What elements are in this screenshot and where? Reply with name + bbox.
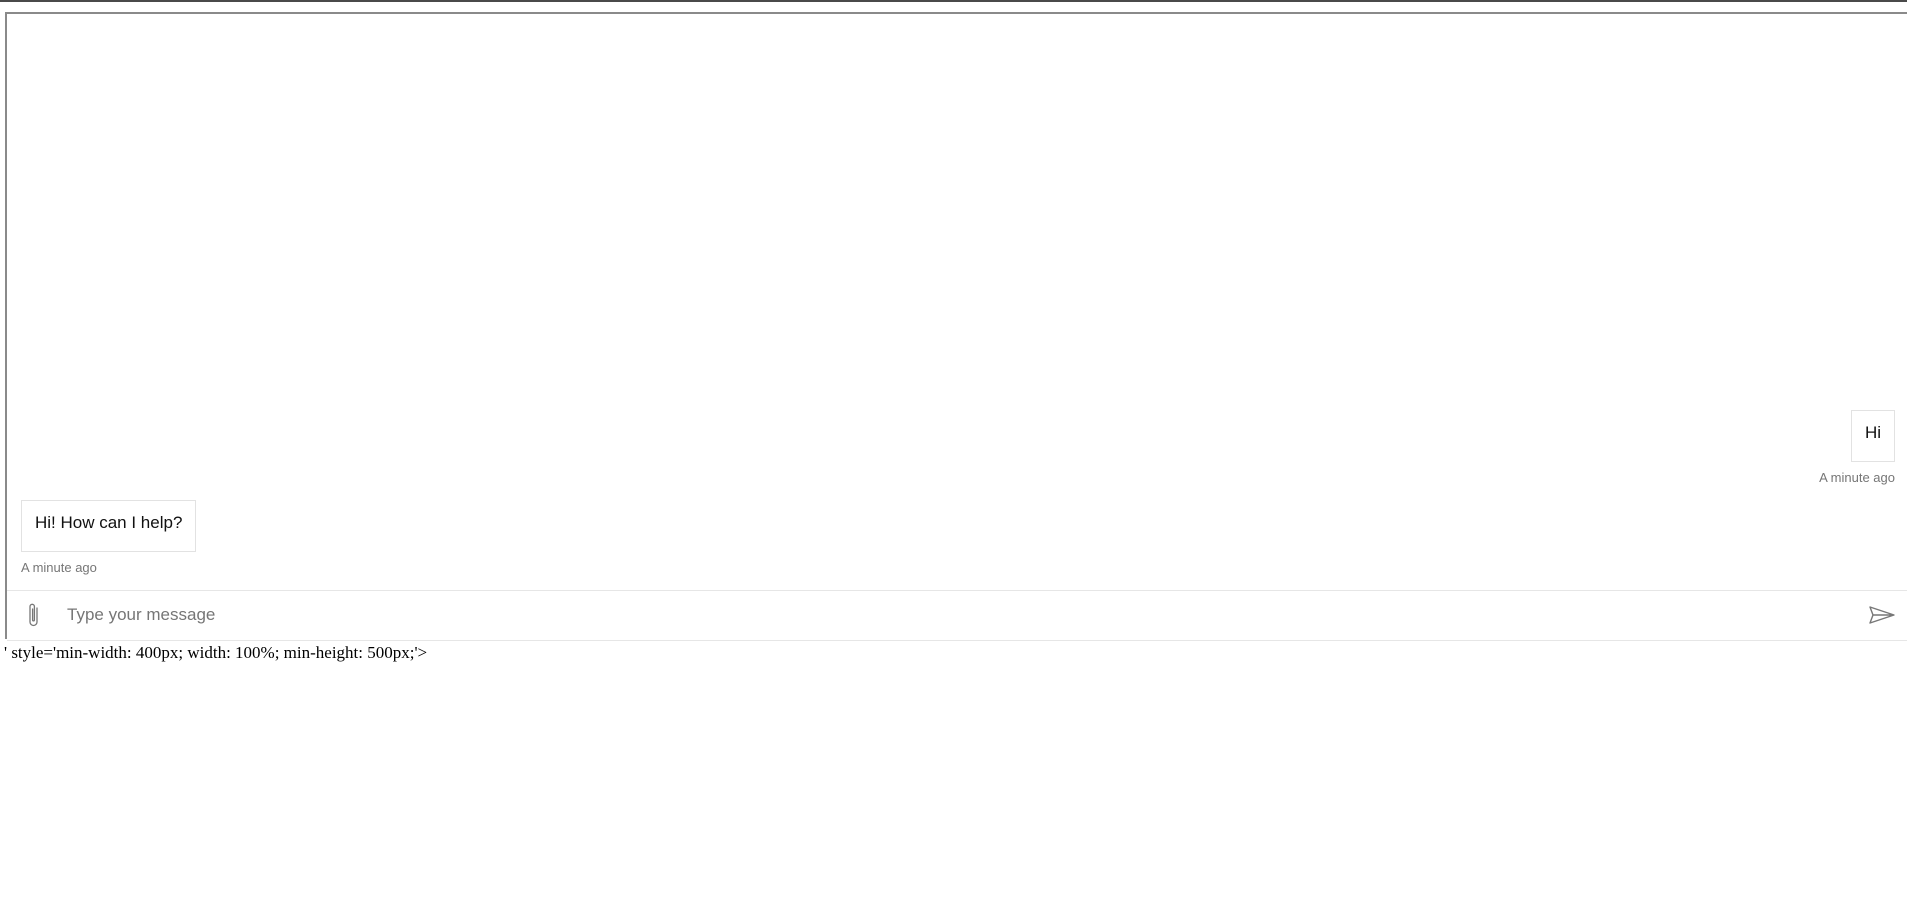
attach-button[interactable] bbox=[19, 600, 49, 630]
leaked-markup-text: ' style='min-width: 400px; width: 100%; … bbox=[4, 643, 428, 662]
webchat-frame: Hi A minute ago Hi! How can I help? A mi… bbox=[5, 12, 1907, 641]
top-divider bbox=[0, 0, 1907, 2]
message-input[interactable] bbox=[67, 599, 1767, 631]
send-icon bbox=[1869, 606, 1895, 624]
user-message-timestamp: A minute ago bbox=[1819, 470, 1895, 485]
bot-message-bubble: Hi! How can I help? bbox=[21, 500, 197, 552]
chat-transcript[interactable]: Hi A minute ago Hi! How can I help? A mi… bbox=[7, 14, 1907, 590]
send-button[interactable] bbox=[1865, 600, 1899, 630]
message-composer bbox=[7, 590, 1907, 641]
paperclip-icon bbox=[29, 603, 38, 627]
bot-message-timestamp: A minute ago bbox=[21, 560, 97, 575]
user-message-bubble: Hi bbox=[1850, 410, 1895, 462]
